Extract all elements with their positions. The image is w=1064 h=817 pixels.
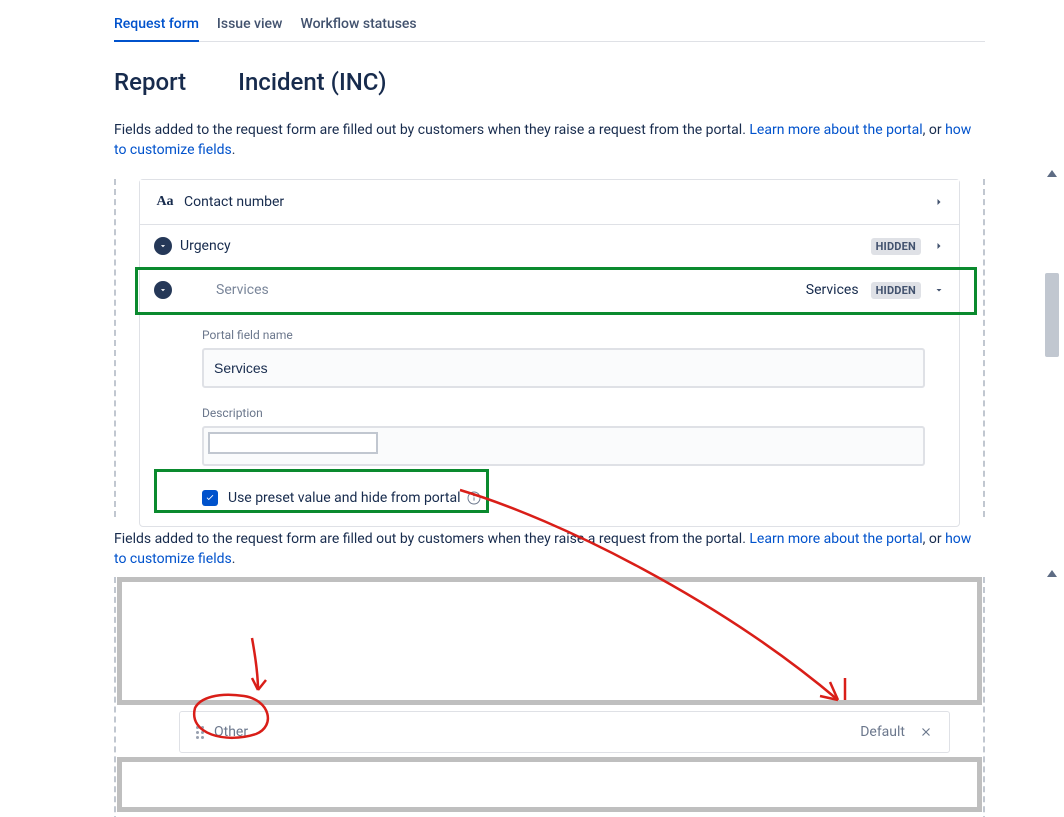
tab-issue-view[interactable]: Issue view	[217, 10, 283, 41]
preset-value-chip-row[interactable]: Other Default	[179, 711, 950, 753]
tab-workflow-statuses[interactable]: Workflow statuses	[300, 10, 416, 41]
chevron-down-circle-icon	[154, 281, 172, 299]
portal-field-name-input[interactable]	[202, 348, 925, 388]
chip-label: Other	[214, 724, 248, 740]
drag-handle-icon[interactable]	[196, 726, 208, 738]
tabs: Request form Issue view Workflow statuse…	[114, 0, 985, 42]
description-label: Description	[202, 406, 925, 420]
annotation-grey-band-1	[117, 577, 982, 705]
tab-request-form[interactable]: Request form	[114, 10, 199, 42]
field-expanded-services: Portal field name Description Use preset…	[140, 312, 959, 526]
field-row-services[interactable]: Services Services HIDDEN	[140, 268, 959, 312]
chevron-right-icon	[933, 196, 945, 208]
page-title-2: Incident (INC)	[238, 68, 386, 96]
chevron-right-icon	[933, 240, 945, 252]
chip-default-label: Default	[860, 724, 905, 740]
link-learn-portal[interactable]: Learn more about the portal	[749, 122, 922, 138]
preset-value-label: Use preset value and hide from portal	[228, 490, 460, 506]
page-title-1: Report	[114, 68, 186, 96]
close-icon[interactable]	[919, 725, 933, 739]
preset-value-checkbox[interactable]	[202, 490, 218, 506]
chip-other: Other	[196, 724, 248, 740]
field-label: Services	[216, 282, 806, 298]
hidden-badge: HIDDEN	[871, 282, 921, 299]
chevron-down-icon	[933, 284, 945, 296]
field-row-contact-number[interactable]: Aa Contact number	[140, 180, 959, 224]
field-label: Urgency	[180, 238, 871, 254]
field-right-label: Services	[806, 282, 859, 298]
info-icon[interactable]	[466, 490, 482, 506]
help-text-1: Fields added to the request form are fil…	[114, 120, 985, 161]
hidden-badge: HIDDEN	[871, 238, 921, 255]
field-row-urgency[interactable]: Urgency HIDDEN	[140, 224, 959, 268]
annotation-grey-band-2	[117, 757, 982, 812]
portal-field-name-label: Portal field name	[202, 328, 925, 342]
help-text-2: Fields added to the request form are fil…	[114, 529, 985, 570]
description-input[interactable]	[202, 426, 925, 466]
text-field-icon: Aa	[154, 194, 176, 210]
field-label: Contact number	[184, 194, 933, 210]
chevron-down-circle-icon	[154, 237, 172, 255]
scrollbar-2[interactable]	[1043, 570, 1061, 581]
scrollbar-1[interactable]	[1043, 170, 1061, 817]
link-learn-portal-2[interactable]: Learn more about the portal	[749, 531, 922, 547]
